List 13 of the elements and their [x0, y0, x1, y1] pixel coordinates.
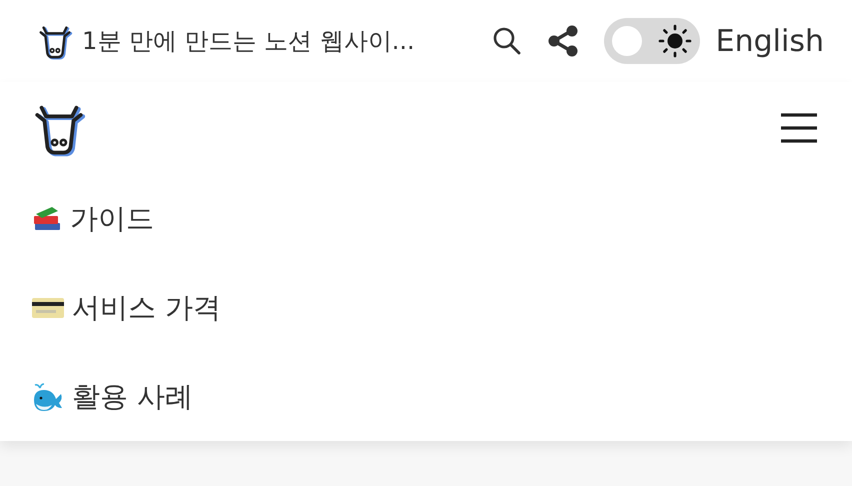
books-icon [32, 204, 62, 232]
menu-button[interactable] [780, 112, 818, 144]
theme-toggle[interactable] [604, 18, 700, 64]
menu-item[interactable]: 활용 사례 [0, 352, 852, 441]
search-button[interactable] [492, 26, 522, 56]
page-title[interactable]: 1분 만에 만드는 노션 웹사이... [82, 23, 415, 59]
whale-icon [32, 382, 64, 412]
share-button[interactable] [546, 24, 580, 58]
sun-icon [658, 24, 692, 58]
credit-card-icon [32, 296, 64, 320]
language-button[interactable]: English [716, 18, 824, 64]
menu-item[interactable]: 서비스 가격 [0, 263, 852, 352]
menu-item[interactable]: 가이드 [0, 174, 852, 263]
